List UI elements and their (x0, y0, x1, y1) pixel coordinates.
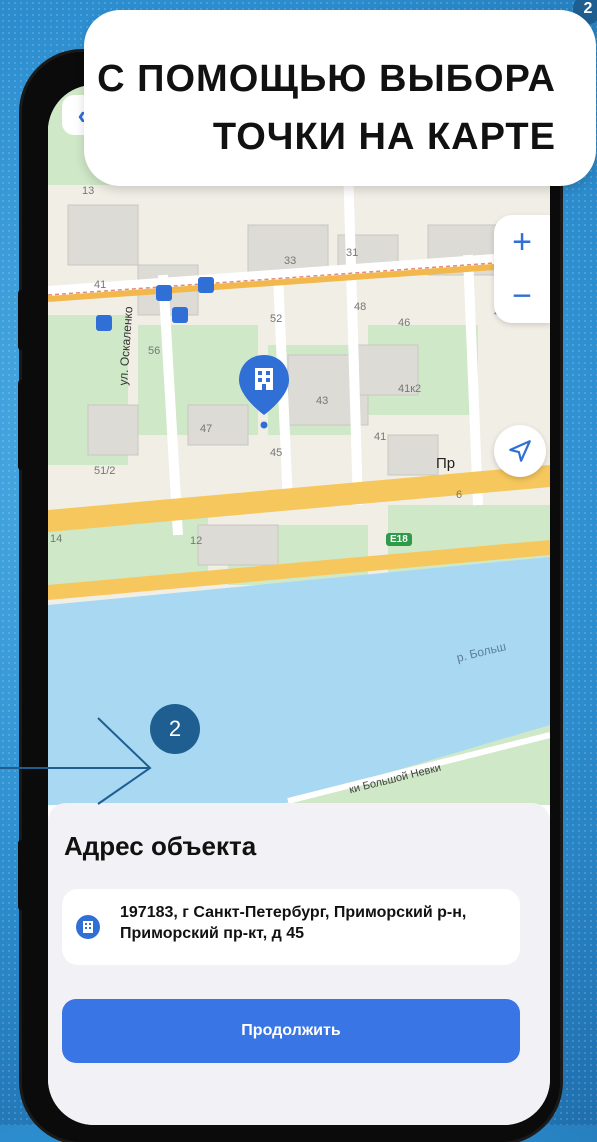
transit-stop-icon (96, 315, 112, 331)
phone-side-button (18, 290, 24, 350)
building-number: 14 (50, 533, 63, 545)
navigation-arrow-icon (509, 440, 531, 462)
building-number: 31 (346, 247, 359, 259)
my-location-button[interactable] (494, 425, 546, 477)
partial-street-label: Пр (436, 455, 456, 472)
zoom-controls: + − (494, 215, 550, 323)
map-canvas (48, 85, 550, 805)
address-sheet: Адрес объекта 197183, г Санкт-Петербург,… (48, 803, 550, 1125)
pointer-arrow (0, 717, 152, 805)
map-view[interactable]: ул. Оскаленко Пр E18 р. Больш ки Большой… (48, 85, 550, 805)
callout-line-2: ТОЧКИ НА КАРТЕ (212, 116, 556, 158)
phone-side-button-lower (18, 840, 24, 910)
callout-line-1: С ПОМОЩЬЮ ВЫБОРА (97, 58, 556, 100)
continue-button[interactable]: Продолжить (62, 999, 520, 1063)
building-number: 41 (94, 279, 107, 291)
callout-bubble: С ПОМОЩЬЮ ВЫБОРА ТОЧКИ НА КАРТЕ (84, 10, 596, 186)
building-number: 51/2 (94, 465, 116, 477)
step-number-badge: 2 (150, 704, 200, 754)
highway-badge: E18 (386, 533, 412, 546)
building-icon (76, 915, 100, 939)
location-pin[interactable] (236, 353, 292, 433)
building-number: 13 (82, 185, 95, 197)
phone-screen: ул. Оскаленко Пр E18 р. Больш ки Большой… (48, 85, 550, 1125)
building-number: 52 (270, 313, 283, 325)
address-card[interactable]: 197183, г Санкт-Петербург, Приморский р-… (62, 889, 520, 965)
sheet-title: Адрес объекта (64, 831, 257, 861)
building-pin-icon (239, 355, 289, 429)
building-number: 33 (284, 255, 297, 267)
address-text: 197183, г Санкт-Петербург, Приморский р-… (120, 904, 467, 942)
building-number: 41 (374, 431, 387, 443)
building-number: 6 (456, 489, 463, 501)
zoom-out-button[interactable]: − (494, 269, 550, 323)
zoom-in-button[interactable]: + (494, 215, 550, 269)
phone-volume-button (18, 380, 24, 470)
building-glyph (83, 921, 93, 933)
transit-stop-icon (156, 285, 172, 301)
building-number: 12 (190, 535, 203, 547)
building-number: 47 (200, 423, 213, 435)
building-number: 45 (270, 447, 283, 459)
building-number: 43 (316, 395, 329, 407)
building-number: 41к2 (398, 383, 422, 395)
building-number: 56 (148, 345, 161, 357)
transit-stop-icon (172, 307, 188, 323)
transit-stop-icon (198, 277, 214, 293)
building-number: 48 (354, 301, 367, 313)
building-number: 46 (398, 317, 411, 329)
